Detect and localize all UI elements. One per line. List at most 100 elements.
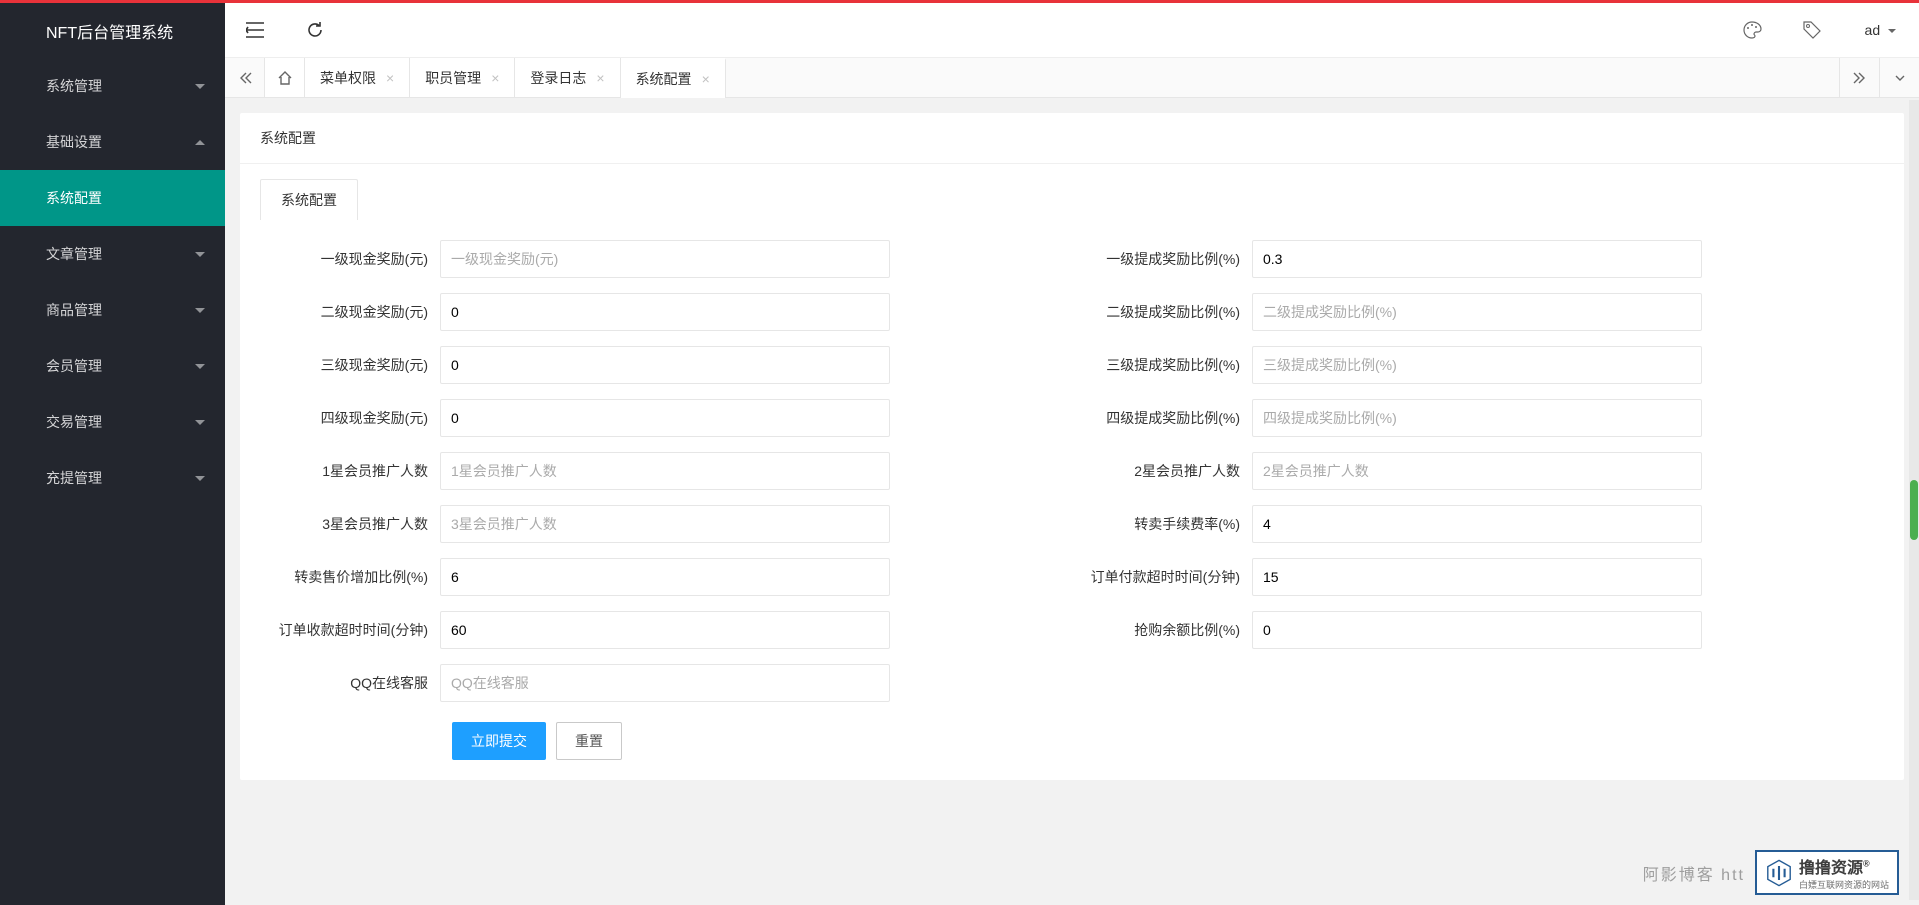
form-input-field[interactable] — [1252, 505, 1702, 543]
tab-staff-manage[interactable]: 职员管理 × — [410, 58, 515, 97]
menu-toggle-icon[interactable] — [240, 15, 270, 45]
form-input-field[interactable] — [440, 558, 890, 596]
form-label: 转卖手续费率(%) — [1072, 514, 1252, 534]
form-item: 转卖手续费率(%) — [1072, 505, 1884, 543]
form-input-field[interactable] — [440, 399, 890, 437]
watermark-sub: 白嫖互联网资源的网站 — [1799, 878, 1889, 891]
scrollbar-vertical[interactable] — [1909, 100, 1919, 900]
sidebar-item-product-manage[interactable]: 商品管理 — [0, 282, 225, 338]
form-input-field[interactable] — [440, 611, 890, 649]
form-item: 订单付款超时时间(分钟) — [1072, 558, 1884, 596]
sidebar-item-trade-manage[interactable]: 交易管理 — [0, 394, 225, 450]
chevron-down-icon — [195, 476, 205, 481]
page-title: 系统配置 — [240, 113, 1904, 164]
form-label: QQ在线客服 — [260, 673, 440, 693]
tabs-dropdown-button[interactable] — [1879, 58, 1919, 97]
form-label: 订单收款超时时间(分钟) — [260, 620, 440, 640]
chevron-down-icon — [1888, 29, 1896, 33]
close-icon[interactable]: × — [702, 71, 710, 87]
user-menu[interactable]: ad — [1857, 22, 1904, 38]
form-input-field[interactable] — [1252, 611, 1702, 649]
form: 一级现金奖励(元) 一级提成奖励比例(%) 二级现金奖励(元) 二级提成奖励比例(%)… — [240, 220, 1904, 780]
form-label: 二级提成奖励比例(%) — [1072, 302, 1252, 322]
chevron-down-icon — [195, 364, 205, 369]
scrollbar-thumb[interactable] — [1910, 480, 1918, 540]
close-icon[interactable]: × — [386, 70, 394, 86]
chevron-down-icon — [195, 420, 205, 425]
submit-button[interactable]: 立即提交 — [452, 722, 546, 760]
form-label: 二级现金奖励(元) — [260, 302, 440, 322]
watermark-logo-icon — [1765, 859, 1793, 887]
theme-icon[interactable] — [1737, 15, 1767, 45]
form-input-field[interactable] — [1252, 240, 1702, 278]
form-input-field[interactable] — [1252, 399, 1702, 437]
tabs-prev-button[interactable] — [225, 58, 265, 97]
tab-home[interactable] — [265, 58, 305, 97]
form-label: 四级提成奖励比例(%) — [1072, 408, 1252, 428]
form-label: 一级现金奖励(元) — [260, 249, 440, 269]
form-label: 1星会员推广人数 — [260, 461, 440, 481]
form-item: 二级现金奖励(元) — [260, 293, 1072, 331]
form-input-field[interactable] — [1252, 293, 1702, 331]
form-label: 三级提成奖励比例(%) — [1072, 355, 1252, 375]
form-item: QQ在线客服 — [260, 664, 1072, 702]
form-item: 一级提成奖励比例(%) — [1072, 240, 1884, 278]
form-label: 2星会员推广人数 — [1072, 461, 1252, 481]
form-input-field[interactable] — [1252, 558, 1702, 596]
close-icon[interactable]: × — [491, 70, 499, 86]
tab-menu-permission[interactable]: 菜单权限 × — [305, 58, 410, 97]
sidebar-item-label: 系统管理 — [46, 76, 102, 96]
tab-label: 系统配置 — [636, 69, 692, 89]
sidebar-item-system-config[interactable]: 系统配置 — [0, 170, 225, 226]
topbar: ad — [225, 3, 1919, 58]
form-input-field[interactable] — [440, 240, 890, 278]
chevron-down-icon — [195, 308, 205, 313]
form-input-field[interactable] — [440, 346, 890, 384]
form-label: 三级现金奖励(元) — [260, 355, 440, 375]
sidebar-item-label: 基础设置 — [46, 132, 102, 152]
sidebar-item-system-manage[interactable]: 系统管理 — [0, 58, 225, 114]
reset-button[interactable]: 重置 — [556, 722, 622, 760]
form-input-field[interactable] — [1252, 346, 1702, 384]
tabs-next-button[interactable] — [1839, 58, 1879, 97]
form-label: 四级现金奖励(元) — [260, 408, 440, 428]
form-label: 一级提成奖励比例(%) — [1072, 249, 1252, 269]
form-item: 2星会员推广人数 — [1072, 452, 1884, 490]
sidebar-item-label: 系统配置 — [46, 188, 102, 208]
content-area: 系统配置 系统配置 一级现金奖励(元) 一级提成奖励比例(%) 二级现金奖励(元) 二… — [225, 98, 1919, 905]
app-title: NFT后台管理系统 — [0, 3, 225, 58]
form-input-field[interactable] — [440, 452, 890, 490]
chevron-down-icon — [195, 252, 205, 257]
sidebar-item-label: 文章管理 — [46, 244, 102, 264]
form-item: 订单收款超时时间(分钟) — [260, 611, 1072, 649]
form-input-field[interactable] — [440, 505, 890, 543]
inner-tab-system-config[interactable]: 系统配置 — [260, 179, 358, 220]
form-item: 转卖售价增加比例(%) — [260, 558, 1072, 596]
watermark-brand-box: 撸撸资源® 白嫖互联网资源的网站 — [1755, 850, 1899, 895]
sidebar-item-deposit-manage[interactable]: 充提管理 — [0, 450, 225, 506]
card: 系统配置 系统配置 一级现金奖励(元) 一级提成奖励比例(%) 二级现金奖励(元) 二… — [240, 113, 1904, 780]
tab-login-log[interactable]: 登录日志 × — [515, 58, 620, 97]
close-icon[interactable]: × — [596, 70, 604, 86]
sidebar-item-member-manage[interactable]: 会员管理 — [0, 338, 225, 394]
refresh-icon[interactable] — [300, 15, 330, 45]
tabs-bar: 菜单权限 × 职员管理 × 登录日志 × 系统配置 × — [225, 58, 1919, 98]
user-name: ad — [1865, 22, 1881, 38]
form-label: 订单付款超时时间(分钟) — [1072, 567, 1252, 587]
watermark-text: 阿影博客 htt — [1643, 861, 1745, 885]
form-item: 抢购余额比例(%) — [1072, 611, 1884, 649]
tab-system-config[interactable]: 系统配置 × — [621, 58, 726, 97]
form-label: 3星会员推广人数 — [260, 514, 440, 534]
sidebar-item-basic-settings[interactable]: 基础设置 — [0, 114, 225, 170]
form-item: 1星会员推广人数 — [260, 452, 1072, 490]
form-input-field[interactable] — [440, 664, 890, 702]
sidebar-item-label: 商品管理 — [46, 300, 102, 320]
tag-icon[interactable] — [1797, 15, 1827, 45]
sidebar-item-label: 会员管理 — [46, 356, 102, 376]
tab-label: 菜单权限 — [320, 68, 376, 88]
main: ad 菜单权限 × 职员管理 × 登录日志 × — [225, 3, 1919, 905]
form-input-field[interactable] — [440, 293, 890, 331]
form-input-field[interactable] — [1252, 452, 1702, 490]
sidebar-item-article-manage[interactable]: 文章管理 — [0, 226, 225, 282]
form-item: 四级提成奖励比例(%) — [1072, 399, 1884, 437]
